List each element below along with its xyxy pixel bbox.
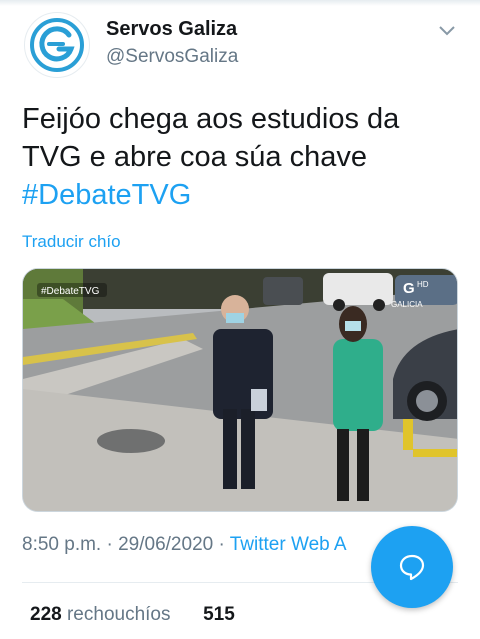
retweets-label[interactable]: rechouchíos [67, 604, 171, 625]
avatar[interactable] [24, 12, 90, 78]
tweet-source[interactable]: Twitter Web A [230, 534, 347, 555]
tweet-stats: 228 rechouchíos 515 [30, 604, 235, 626]
tweet-body: Feijóo chega aos estudios da TVG e abre … [22, 103, 400, 173]
translate-link[interactable]: Traducir chío [22, 232, 121, 252]
account-handle[interactable]: @ServosGaliza [106, 46, 238, 68]
chat-bubble-icon [399, 554, 425, 581]
account-name[interactable]: Servos Galiza [106, 18, 237, 41]
overlay-hd: HD [417, 280, 429, 289]
retweets-count[interactable]: 228 [30, 604, 62, 625]
servos-galiza-logo [30, 18, 84, 72]
overlay-channel: GALICIA [391, 300, 423, 309]
meta-separator: · [106, 534, 113, 555]
media-photo: #DebateTVG G HD GALICIA [23, 269, 457, 511]
tweet-media[interactable]: #DebateTVG G HD GALICIA [22, 268, 458, 512]
top-fade [0, 0, 480, 6]
tweet-date: 29/06/2020 [118, 534, 214, 555]
tweet-time: 8:50 p.m. [22, 534, 102, 555]
meta-separator-2: · [218, 534, 225, 555]
tweet-header: Servos Galiza @ServosGaliza [22, 12, 462, 82]
tweet-text: Feijóo chega aos estudios da TVG e abre … [22, 100, 462, 214]
compose-button[interactable] [371, 526, 453, 608]
overlay-hashtag: #DebateTVG [41, 286, 100, 297]
svg-text:G: G [403, 280, 415, 297]
hashtag-link[interactable]: #DebateTVG [22, 176, 462, 214]
tweet-meta: 8:50 p.m. · 29/06/2020 · Twitter Web A [22, 534, 347, 556]
chevron-down-icon[interactable] [434, 18, 460, 44]
likes-count[interactable]: 515 [203, 604, 235, 625]
